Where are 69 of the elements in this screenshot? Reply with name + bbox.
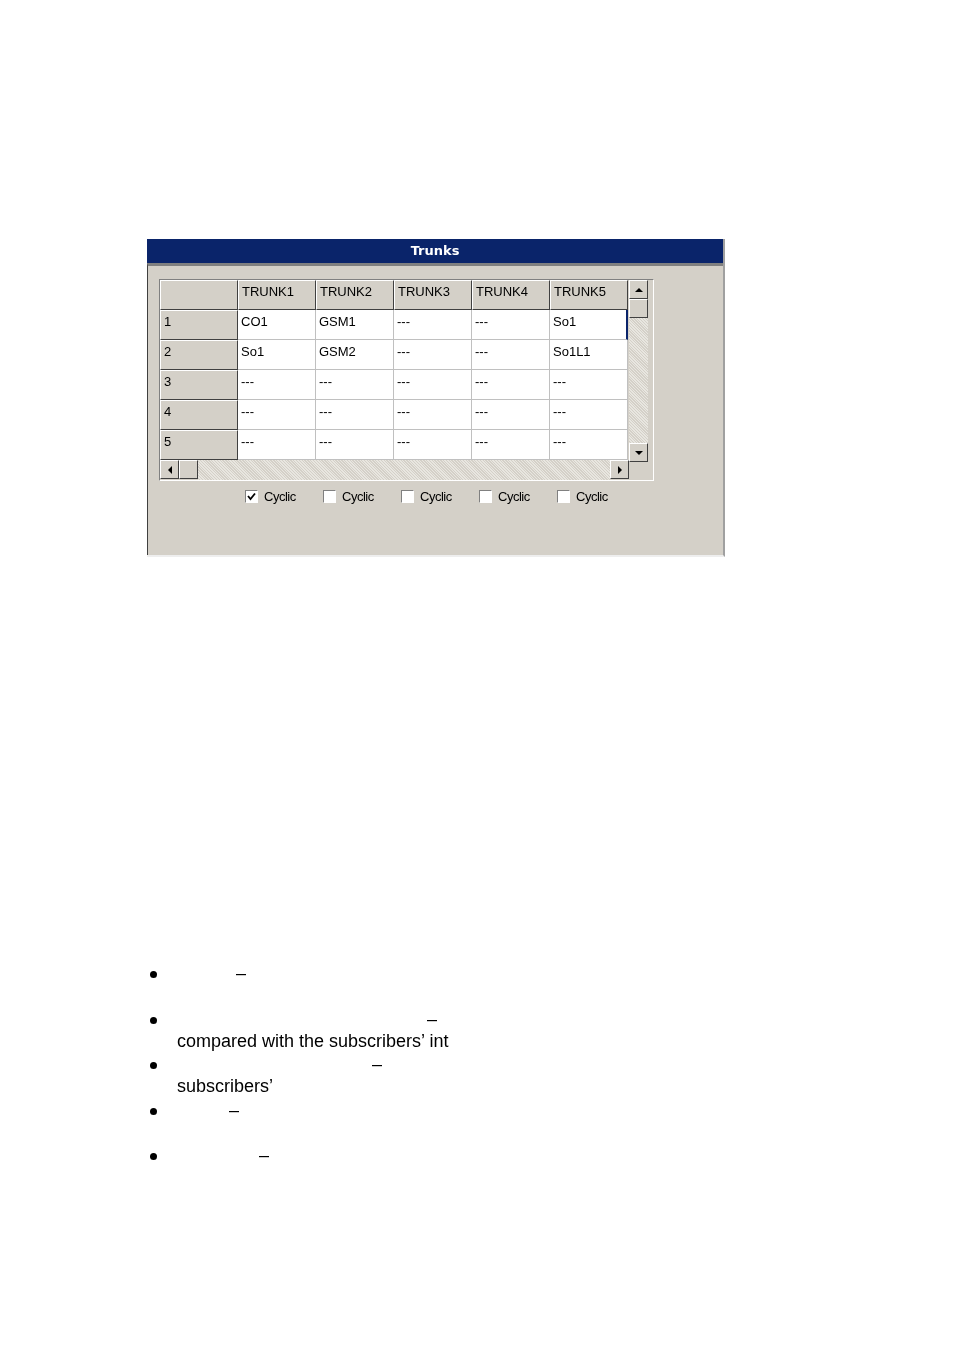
- table-cell[interactable]: ---: [394, 430, 472, 460]
- checkbox[interactable]: [557, 490, 570, 503]
- table-cell[interactable]: ---: [394, 370, 472, 400]
- table-cell[interactable]: ---: [472, 430, 550, 460]
- horizontal-scrollbar[interactable]: [160, 460, 629, 480]
- table-cell[interactable]: ---: [472, 370, 550, 400]
- table-cell[interactable]: ---: [238, 370, 316, 400]
- right-arrow-icon: [615, 465, 624, 474]
- table-cell[interactable]: ---: [394, 400, 472, 430]
- table-cell[interactable]: ---: [472, 310, 550, 340]
- dash-text: –: [427, 1008, 437, 1029]
- table-cell[interactable]: ---: [238, 400, 316, 430]
- table-cell[interactable]: ---: [550, 370, 628, 400]
- bullet-icon: [150, 971, 157, 978]
- checkbox-label: Cyclic: [342, 489, 374, 504]
- vertical-scrollbar[interactable]: [629, 280, 651, 462]
- table-cell[interactable]: ---: [472, 340, 550, 370]
- down-arrow-icon: [634, 448, 643, 457]
- scroll-right-button[interactable]: [610, 460, 629, 479]
- up-arrow-icon: [634, 285, 643, 294]
- table-cell[interactable]: So1: [238, 340, 316, 370]
- checkbox[interactable]: [479, 490, 492, 503]
- bullet-icon: [150, 1062, 157, 1069]
- column-header[interactable]: TRUNK5: [550, 280, 628, 310]
- table-cell[interactable]: So1: [550, 310, 628, 340]
- table-cell[interactable]: GSM2: [316, 340, 394, 370]
- table-cell[interactable]: ---: [550, 430, 628, 460]
- table-cell[interactable]: ---: [316, 370, 394, 400]
- table-cell[interactable]: GSM1: [316, 310, 394, 340]
- scroll-left-button[interactable]: [160, 460, 179, 479]
- checkbox[interactable]: [245, 490, 258, 503]
- window-title: Trunks: [147, 239, 723, 263]
- table-cell[interactable]: ---: [316, 400, 394, 430]
- table-cell[interactable]: ---: [316, 430, 394, 460]
- checkbox-label: Cyclic: [498, 489, 530, 504]
- checkbox[interactable]: [323, 490, 336, 503]
- table-cell[interactable]: ---: [394, 310, 472, 340]
- scroll-down-button[interactable]: [629, 443, 648, 462]
- column-header[interactable]: TRUNK1: [238, 280, 316, 310]
- row-header[interactable]: 5: [160, 430, 238, 460]
- table-cell[interactable]: ---: [550, 400, 628, 430]
- column-header[interactable]: TRUNK3: [394, 280, 472, 310]
- row-header[interactable]: 3: [160, 370, 238, 400]
- row-header[interactable]: 4: [160, 400, 238, 430]
- table-cell[interactable]: ---: [238, 430, 316, 460]
- table-cell[interactable]: ---: [394, 340, 472, 370]
- checkbox-label: Cyclic: [264, 489, 296, 504]
- dash-text: –: [236, 963, 246, 983]
- dash-text: –: [372, 1054, 382, 1074]
- bullet-text: compared with the subscribers’ int: [177, 1029, 449, 1052]
- dash-text: –: [259, 1145, 269, 1165]
- bullet-icon: [150, 1016, 157, 1024]
- checkbox-label: Cyclic: [420, 489, 452, 504]
- row-header[interactable]: 2: [160, 340, 238, 370]
- bullet-icon: [150, 1107, 157, 1115]
- column-header[interactable]: TRUNK4: [472, 280, 550, 310]
- table-cell[interactable]: ---: [472, 400, 550, 430]
- bullet-text: subscribers’: [177, 1075, 275, 1097]
- checkbox[interactable]: [401, 490, 414, 503]
- checkbox-label: Cyclic: [576, 489, 608, 504]
- table-cell[interactable]: CO1: [238, 310, 316, 340]
- scroll-up-button[interactable]: [629, 280, 648, 299]
- table-cell[interactable]: So1L1: [550, 340, 628, 370]
- scroll-thumb[interactable]: [629, 299, 648, 318]
- scroll-thumb[interactable]: [179, 460, 198, 479]
- column-header[interactable]: TRUNK2: [316, 280, 394, 310]
- bullet-icon: [150, 1153, 157, 1160]
- row-header[interactable]: 1: [160, 310, 238, 340]
- dash-text: –: [229, 1099, 239, 1120]
